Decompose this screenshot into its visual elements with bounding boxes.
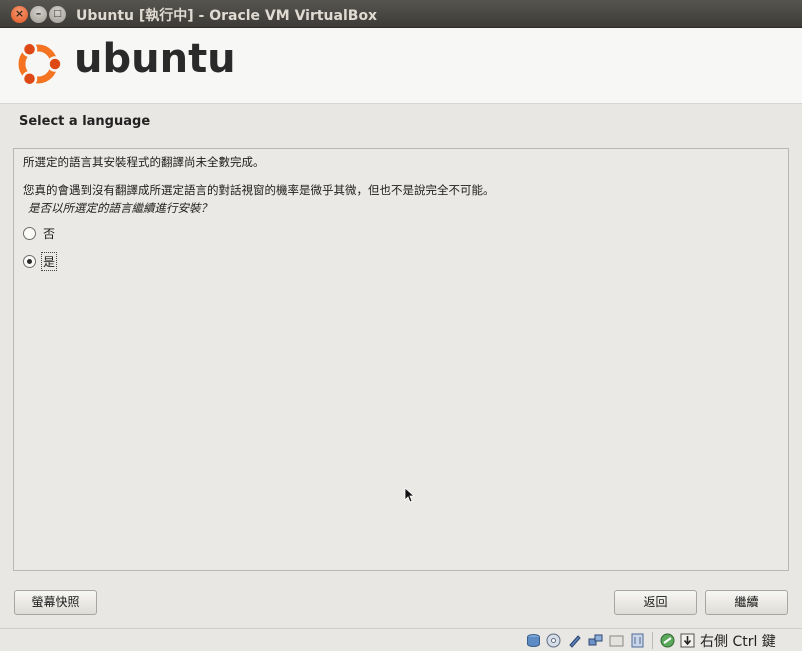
option-yes-label[interactable]: 是 (40, 251, 58, 271)
host-key-label: 右側 Ctrl 鍵 (700, 634, 776, 650)
mouse-pointer-icon (404, 487, 414, 503)
continue-button[interactable]: 繼續 (705, 590, 788, 615)
maximize-button[interactable]: □ (49, 6, 66, 23)
option-no-label[interactable]: 否 (42, 225, 56, 242)
mouse-integration-icon[interactable] (680, 633, 695, 648)
usb-icon[interactable] (567, 633, 582, 648)
optical-disc-icon[interactable] (546, 633, 561, 648)
network-icon[interactable] (588, 633, 603, 648)
page-title: Select a language (19, 114, 151, 129)
installer-banner: ubuntu (0, 28, 802, 104)
continue-question: 是否以所選定的語言繼續進行安裝？ (28, 201, 212, 215)
status-bar: 右側 Ctrl 鍵 (0, 628, 802, 651)
language-warning-panel: 所選定的語言其安裝程式的翻譯尚未全數完成。 您真的會遇到沒有翻譯成所選定語言的對… (13, 148, 789, 571)
virtualization-icon[interactable] (660, 633, 675, 648)
option-no[interactable]: 否 (23, 224, 56, 242)
minimize-button[interactable]: – (30, 6, 47, 23)
shared-folder-icon[interactable] (609, 633, 624, 648)
radio-no[interactable] (23, 226, 36, 240)
virtualbox-window: × – □ Ubuntu [執行中] - Oracle VM VirtualBo… (0, 0, 802, 651)
option-yes[interactable]: 是 (23, 251, 58, 271)
ubuntu-wordmark: ubuntu (74, 36, 236, 82)
hard-disk-icon[interactable] (526, 633, 541, 648)
back-button[interactable]: 返回 (614, 590, 697, 615)
title-bar[interactable]: × – □ Ubuntu [執行中] - Oracle VM VirtualBo… (0, 0, 802, 28)
screenshot-button[interactable]: 螢幕快照 (14, 590, 97, 615)
close-button[interactable]: × (11, 6, 28, 23)
ubuntu-logo-icon (18, 41, 63, 87)
warning-line-1: 所選定的語言其安裝程式的翻譯尚未全數完成。 (23, 155, 265, 169)
status-divider (652, 632, 653, 649)
warning-line-2: 您真的會遇到沒有翻譯成所選定語言的對話視窗的機率是微乎其微，但也不是說完全不可能… (23, 183, 495, 197)
video-capture-icon[interactable] (630, 633, 645, 648)
radio-yes[interactable] (23, 254, 36, 268)
window-title: Ubuntu [執行中] - Oracle VM VirtualBox (76, 8, 378, 24)
